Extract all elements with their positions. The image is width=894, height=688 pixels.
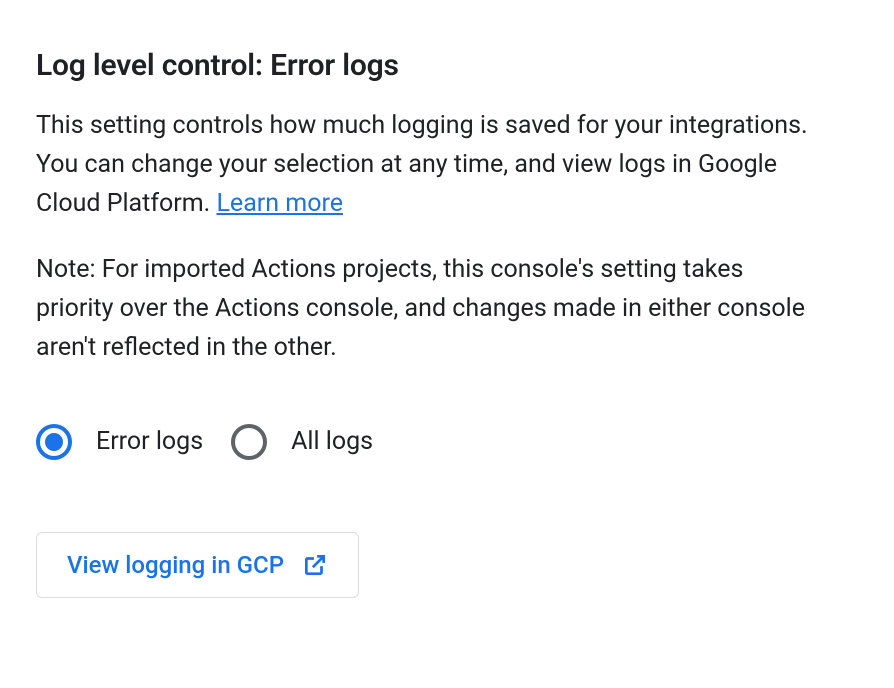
- description-paragraph-2: Note: For imported Actions projects, thi…: [36, 251, 816, 367]
- learn-more-link[interactable]: Learn more: [216, 189, 342, 218]
- external-link-icon: [302, 552, 328, 578]
- radio-label-error-logs: Error logs: [96, 427, 203, 456]
- view-logging-gcp-button[interactable]: View logging in GCP: [36, 532, 359, 598]
- radio-option-all-logs[interactable]: All logs: [231, 424, 373, 460]
- radio-selected-icon: [36, 424, 72, 460]
- description-paragraph-1: This setting controls how much logging i…: [36, 107, 816, 223]
- view-logging-label: View logging in GCP: [67, 551, 284, 579]
- log-level-radio-group: Error logs All logs: [36, 424, 858, 460]
- radio-label-all-logs: All logs: [291, 427, 373, 456]
- description-text-1: This setting controls how much logging i…: [36, 111, 808, 218]
- section-heading: Log level control: Error logs: [36, 48, 858, 83]
- radio-option-error-logs[interactable]: Error logs: [36, 424, 203, 460]
- radio-unselected-icon: [231, 424, 267, 460]
- radio-inner-dot: [45, 433, 63, 451]
- description-block: This setting controls how much logging i…: [36, 107, 816, 368]
